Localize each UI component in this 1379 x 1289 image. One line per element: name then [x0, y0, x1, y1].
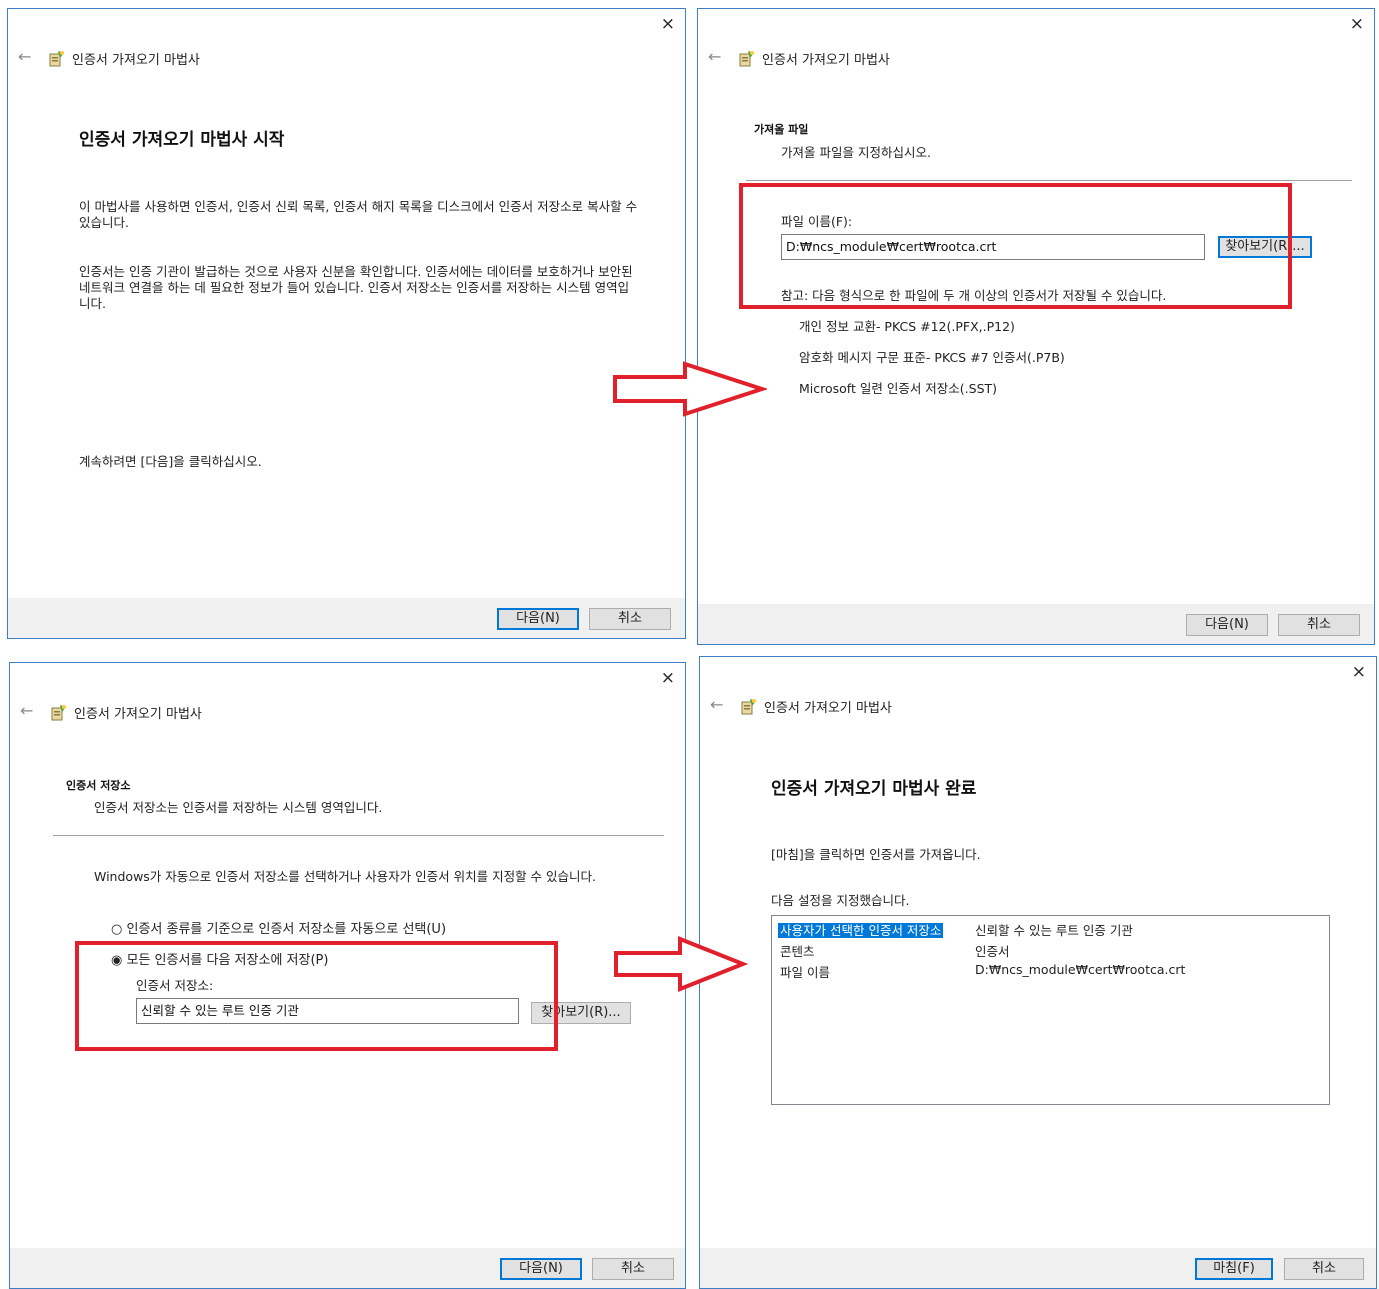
- format-item-sst: Microsoft 일련 인증서 저장소(.SST): [799, 381, 998, 396]
- section-description: 인증서 저장소는 인증서를 저장하는 시스템 영역입니다.: [94, 800, 383, 815]
- section-title: 인증서 저장소: [66, 779, 131, 792]
- close-button[interactable]: ×: [1352, 662, 1366, 682]
- cancel-button[interactable]: 취소: [1278, 614, 1360, 636]
- wizard-title: 인증서 가져오기 마법사: [72, 53, 200, 68]
- radio-unchecked-icon: ○: [111, 922, 123, 937]
- section-description: 가져올 파일을 지정하십시오.: [781, 145, 931, 160]
- wizard-footer: 마침(F) 취소: [700, 1248, 1376, 1288]
- divider: [53, 835, 664, 836]
- red-highlight-box: [75, 941, 558, 1051]
- summary-value: 인증서: [975, 944, 1010, 959]
- wizard-title: 인증서 가져오기 마법사: [74, 707, 202, 722]
- summary-key: 사용자가 선택한 인증서 저장소: [778, 920, 944, 939]
- close-button[interactable]: ×: [1350, 14, 1364, 34]
- certificate-wizard-icon: [51, 705, 66, 721]
- wizard-window-file: × ← 인증서 가져오기 마법사 가져올 파일 가져올 파일을 지정하십시오. …: [697, 8, 1375, 645]
- summary-value: 신뢰할 수 있는 루트 인증 기관: [975, 923, 1133, 938]
- page-heading: 인증서 가져오기 마법사 완료: [771, 779, 977, 799]
- format-item-pfx: 개인 정보 교환- PKCS #12(.PFX,.P12): [799, 319, 1015, 334]
- back-arrow-icon[interactable]: ←: [18, 47, 31, 66]
- certificate-wizard-icon: [741, 699, 756, 715]
- wizard-footer: 다음(N) 취소: [10, 1248, 685, 1288]
- close-button[interactable]: ×: [661, 14, 675, 34]
- next-button[interactable]: 다음(N): [500, 1258, 582, 1280]
- close-button[interactable]: ×: [661, 668, 675, 688]
- format-item-p7b: 암호화 메시지 구문 표준- PKCS #7 인증서(.P7B): [799, 350, 1065, 365]
- settings-label: 다음 설정을 지정했습니다.: [771, 893, 910, 908]
- intro-paragraph: 이 마법사를 사용하면 인증서, 인증서 신뢰 목록, 인증서 해지 목록을 디…: [79, 199, 638, 230]
- summary-value: D:₩ncs_module₩cert₩rootca.crt: [975, 962, 1186, 977]
- back-arrow-icon[interactable]: ←: [708, 47, 721, 66]
- radio-auto-select[interactable]: ○ 인증서 종류를 기준으로 인증서 저장소를 자동으로 선택(U): [111, 918, 446, 937]
- wizard-footer: 다음(N) 취소: [698, 604, 1374, 644]
- store-intro: Windows가 자동으로 인증서 저장소를 선택하거나 사용자가 인증서 위치…: [94, 869, 597, 884]
- cancel-button[interactable]: 취소: [589, 608, 671, 630]
- page-heading: 인증서 가져오기 마법사 시작: [79, 130, 285, 150]
- summary-key: 파일 이름: [780, 965, 830, 980]
- red-highlight-box: [739, 183, 1292, 309]
- settings-summary-list[interactable]: 사용자가 선택한 인증서 저장소 신뢰할 수 있는 루트 인증 기관 콘텐츠 인…: [771, 915, 1330, 1105]
- back-arrow-icon[interactable]: ←: [20, 701, 33, 720]
- finish-button[interactable]: 마침(F): [1195, 1258, 1273, 1280]
- certificate-wizard-icon: [739, 51, 754, 67]
- radio-auto-label: 인증서 종류를 기준으로 인증서 저장소를 자동으로 선택(U): [126, 922, 447, 937]
- continue-instruction: 계속하려면 [다음]을 클릭하십시오.: [79, 454, 262, 469]
- summary-key-selected: 사용자가 선택한 인증서 저장소: [778, 923, 944, 938]
- next-button[interactable]: 다음(N): [1186, 614, 1268, 636]
- arrow-right-icon: [613, 361, 767, 417]
- wizard-title: 인증서 가져오기 마법사: [762, 53, 890, 68]
- section-title: 가져올 파일: [754, 123, 809, 136]
- arrow-right-icon: [614, 936, 748, 992]
- wizard-window-complete: × ← 인증서 가져오기 마법사 인증서 가져오기 마법사 완료 [마침]을 클…: [699, 656, 1377, 1289]
- next-button[interactable]: 다음(N): [497, 608, 579, 630]
- cancel-button[interactable]: 취소: [592, 1258, 674, 1280]
- certificate-wizard-icon: [49, 51, 64, 67]
- finish-instruction: [마침]을 클릭하면 인증서를 가져옵니다.: [771, 847, 981, 862]
- cancel-button[interactable]: 취소: [1284, 1258, 1364, 1280]
- summary-key: 콘텐츠: [780, 944, 815, 959]
- back-arrow-icon[interactable]: ←: [710, 695, 723, 714]
- divider: [746, 180, 1352, 181]
- wizard-window-start: × ← 인증서 가져오기 마법사 인증서 가져오기 마법사 시작 이 마법사를 …: [7, 8, 686, 639]
- wizard-title: 인증서 가져오기 마법사: [764, 701, 892, 716]
- wizard-footer: 다음(N) 취소: [8, 598, 685, 638]
- description-paragraph: 인증서는 인증 기관이 발급하는 것으로 사용자 신분을 확인합니다. 인증서에…: [79, 264, 633, 311]
